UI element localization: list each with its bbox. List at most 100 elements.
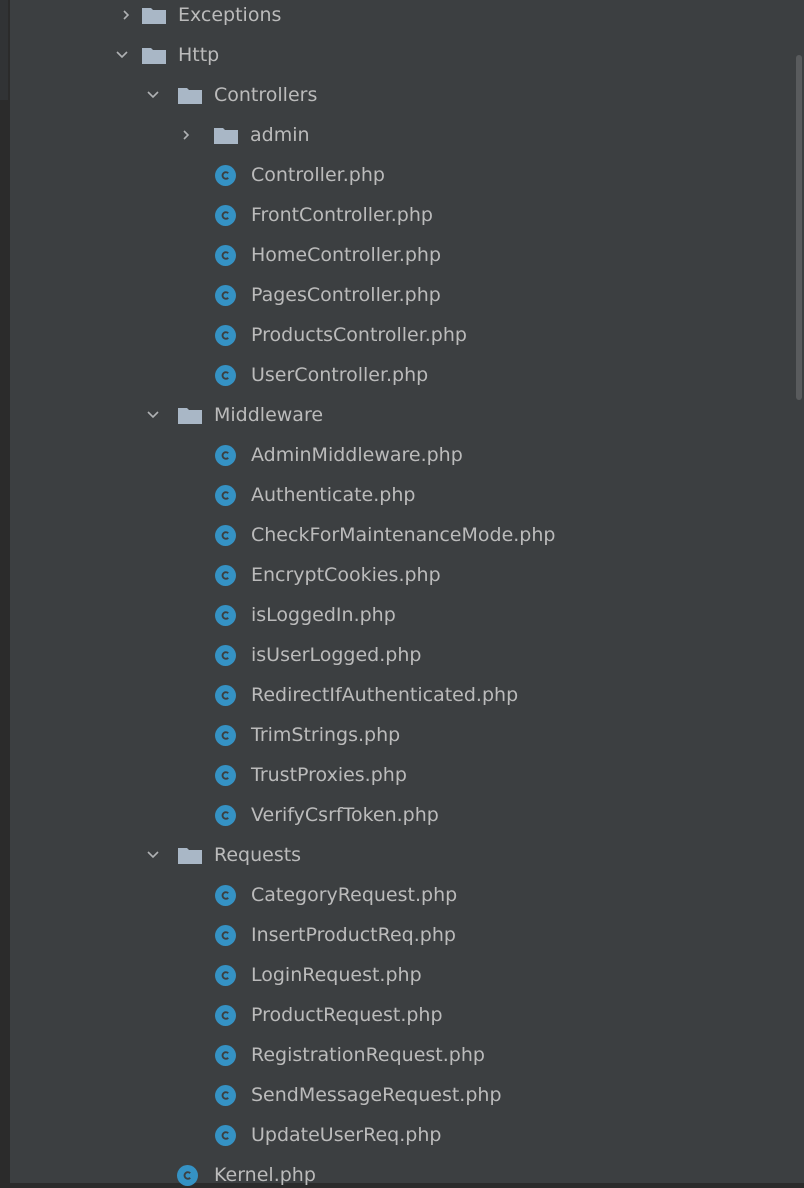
- folder-icon: [178, 87, 202, 104]
- tree-file-item[interactable]: RegistrationRequest.php: [0, 1035, 794, 1075]
- php-class-icon: [215, 324, 236, 346]
- tree-file-item[interactable]: UpdateUserReq.php: [0, 1115, 794, 1155]
- tree-file-label: AdminMiddleware.php: [251, 444, 463, 466]
- tree-file-item[interactable]: isLoggedIn.php: [0, 595, 794, 635]
- tree-file-label: PagesController.php: [251, 284, 441, 306]
- tree-file-label: SendMessageRequest.php: [251, 1084, 502, 1106]
- php-class-icon: [215, 284, 236, 306]
- tree-file-label: LoginRequest.php: [251, 964, 422, 986]
- php-class-icon: [215, 804, 236, 826]
- folder-icon: [142, 7, 166, 24]
- tree-folder-http[interactable]: Http: [0, 35, 794, 75]
- php-class-icon: [215, 204, 236, 226]
- tree-file-label: TrustProxies.php: [251, 764, 407, 786]
- tree-file-item[interactable]: TrustProxies.php: [0, 755, 794, 795]
- tree-file-kernel[interactable]: Kernel.php: [0, 1155, 794, 1188]
- file-tree: Exceptions Http Controllers admin Contro…: [0, 0, 794, 1188]
- tree-file-label: isUserLogged.php: [251, 644, 422, 666]
- chevron-down-icon[interactable]: [145, 847, 161, 863]
- controllers-file-list: Controller.php FrontController.php HomeCon…: [0, 155, 794, 395]
- project-tree-panel: Exceptions Http Controllers admin Contro…: [0, 0, 804, 1188]
- folder-icon: [214, 127, 238, 144]
- tree-file-label: ProductsController.php: [251, 324, 467, 346]
- chevron-down-icon[interactable]: [145, 87, 161, 103]
- chevron-down-icon[interactable]: [114, 47, 130, 63]
- tree-file-label: CategoryRequest.php: [251, 884, 458, 906]
- php-class-icon: [215, 764, 236, 786]
- tree-file-item[interactable]: Authenticate.php: [0, 475, 794, 515]
- middleware-file-list: AdminMiddleware.php Authenticate.php Check…: [0, 435, 794, 835]
- tree-file-item[interactable]: EncryptCookies.php: [0, 555, 794, 595]
- tree-file-item[interactable]: ProductsController.php: [0, 315, 794, 355]
- php-class-icon: [215, 484, 236, 506]
- chevron-right-icon[interactable]: [118, 7, 134, 23]
- php-class-icon: [215, 684, 236, 706]
- tree-file-label: TrimStrings.php: [251, 724, 401, 746]
- tree-file-item[interactable]: ProductRequest.php: [0, 995, 794, 1035]
- php-class-icon: [215, 164, 236, 186]
- tree-file-item[interactable]: TrimStrings.php: [0, 715, 794, 755]
- php-class-icon: [215, 524, 236, 546]
- tree-file-item[interactable]: HomeController.php: [0, 235, 794, 275]
- tree-file-label: UserController.php: [251, 364, 429, 386]
- tree-file-label: UpdateUserReq.php: [251, 1124, 442, 1146]
- tree-file-item[interactable]: SendMessageRequest.php: [0, 1075, 794, 1115]
- tree-file-item[interactable]: LoginRequest.php: [0, 955, 794, 995]
- php-class-icon: [215, 884, 236, 906]
- tree-folder-label: admin: [250, 124, 310, 146]
- folder-icon: [142, 47, 166, 64]
- php-class-icon: [215, 644, 236, 666]
- tree-file-item[interactable]: InsertProductReq.php: [0, 915, 794, 955]
- php-class-icon: [215, 964, 236, 986]
- tree-file-label: FrontController.php: [251, 204, 433, 226]
- tree-folder-controllers[interactable]: Controllers: [0, 75, 794, 115]
- tree-file-item[interactable]: PagesController.php: [0, 275, 794, 315]
- tree-file-item[interactable]: CategoryRequest.php: [0, 875, 794, 915]
- folder-icon: [178, 407, 202, 424]
- tree-folder-label: Exceptions: [178, 4, 282, 26]
- tree-file-label: HomeController.php: [251, 244, 442, 266]
- tree-file-label: Kernel.php: [214, 1164, 316, 1186]
- tree-file-item[interactable]: isUserLogged.php: [0, 635, 794, 675]
- tree-folder-requests[interactable]: Requests: [0, 835, 794, 875]
- php-class-icon: [215, 604, 236, 626]
- php-class-icon: [215, 444, 236, 466]
- tree-folder-label: Middleware: [214, 404, 324, 426]
- tree-file-label: CheckForMaintenanceMode.php: [251, 524, 556, 546]
- php-class-icon: [215, 924, 236, 946]
- tree-file-label: RegistrationRequest.php: [251, 1044, 485, 1066]
- php-class-icon: [215, 1124, 236, 1146]
- php-class-icon: [215, 244, 236, 266]
- tree-file-item[interactable]: UserController.php: [0, 355, 794, 395]
- chevron-right-icon[interactable]: [178, 127, 194, 143]
- php-class-icon: [177, 1164, 198, 1186]
- tree-file-label: Controller.php: [251, 164, 385, 186]
- folder-icon: [178, 847, 202, 864]
- tree-folder-label: Requests: [214, 844, 302, 866]
- php-class-icon: [215, 364, 236, 386]
- tree-file-label: VerifyCsrfToken.php: [251, 804, 439, 826]
- php-class-icon: [215, 1044, 236, 1066]
- tree-file-label: ProductRequest.php: [251, 1004, 443, 1026]
- vertical-scrollbar[interactable]: [794, 0, 804, 1183]
- tree-folder-exceptions[interactable]: Exceptions: [0, 0, 794, 35]
- tree-file-item[interactable]: CheckForMaintenanceMode.php: [0, 515, 794, 555]
- tree-file-item[interactable]: AdminMiddleware.php: [0, 435, 794, 475]
- tree-file-label: EncryptCookies.php: [251, 564, 441, 586]
- php-class-icon: [215, 564, 236, 586]
- tree-file-item[interactable]: RedirectIfAuthenticated.php: [0, 675, 794, 715]
- tree-file-label: Authenticate.php: [251, 484, 416, 506]
- tree-file-label: InsertProductReq.php: [251, 924, 456, 946]
- chevron-down-icon[interactable]: [145, 407, 161, 423]
- tree-folder-label: Controllers: [214, 84, 318, 106]
- tree-folder-middleware[interactable]: Middleware: [0, 395, 794, 435]
- tree-file-item[interactable]: Controller.php: [0, 155, 794, 195]
- scrollbar-thumb[interactable]: [796, 55, 802, 400]
- tree-folder-admin[interactable]: admin: [0, 115, 794, 155]
- php-class-icon: [215, 724, 236, 746]
- tree-file-item[interactable]: FrontController.php: [0, 195, 794, 235]
- tree-file-label: RedirectIfAuthenticated.php: [251, 684, 519, 706]
- tree-file-item[interactable]: VerifyCsrfToken.php: [0, 795, 794, 835]
- php-class-icon: [215, 1084, 236, 1106]
- php-class-icon: [215, 1004, 236, 1026]
